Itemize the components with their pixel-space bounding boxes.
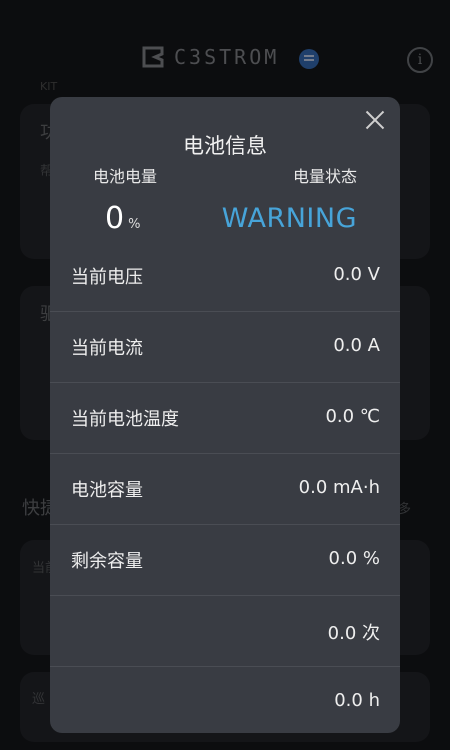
row-value: 0.0 A (333, 335, 380, 356)
row-label: 剩余容量 (71, 551, 143, 572)
battery-status-label: 电量状态 (292, 167, 357, 186)
list-item-cycles: 0.0 次 (50, 596, 400, 667)
battery-level-number: 0 (105, 201, 125, 236)
row-label: 当前电流 (71, 338, 143, 359)
battery-level-unit: % (128, 217, 141, 232)
row-label: 电池容量 (71, 480, 143, 501)
list-item-hours: 0.0 h (50, 667, 400, 733)
row-value: 0.0 mA·h (298, 477, 380, 498)
row-value: 0.0 h (334, 690, 380, 711)
list-item-voltage: 当前电压 0.0 V (50, 241, 400, 312)
battery-status-value: WARNING (221, 203, 357, 234)
row-label: 当前电压 (71, 267, 143, 288)
dialog-title: 电池信息 (183, 134, 267, 158)
row-value: 0.0 % (328, 548, 380, 569)
battery-info-dialog: 电池信息 电池电量 电量状态 0% WARNING 当前电压 0.0 V 当前电… (50, 97, 400, 733)
battery-level-value: 0% (105, 201, 140, 236)
list-item-remaining: 剩余容量 0.0 % (50, 525, 400, 596)
battery-level-label: 电池电量 (93, 167, 158, 186)
list-item-capacity: 电池容量 0.0 mA·h (50, 454, 400, 525)
row-value: 0.0 V (333, 264, 380, 285)
list-item-current: 当前电流 0.0 A (50, 312, 400, 383)
close-icon[interactable] (364, 109, 386, 131)
row-label: 当前电池温度 (71, 409, 179, 430)
row-value: 0.0 次 (327, 623, 380, 644)
row-value: 0.0 ℃ (325, 406, 380, 427)
list-item-temperature: 当前电池温度 0.0 ℃ (50, 383, 400, 454)
battery-stats-list: 当前电压 0.0 V 当前电流 0.0 A 当前电池温度 0.0 ℃ 电池容量 … (50, 241, 400, 733)
